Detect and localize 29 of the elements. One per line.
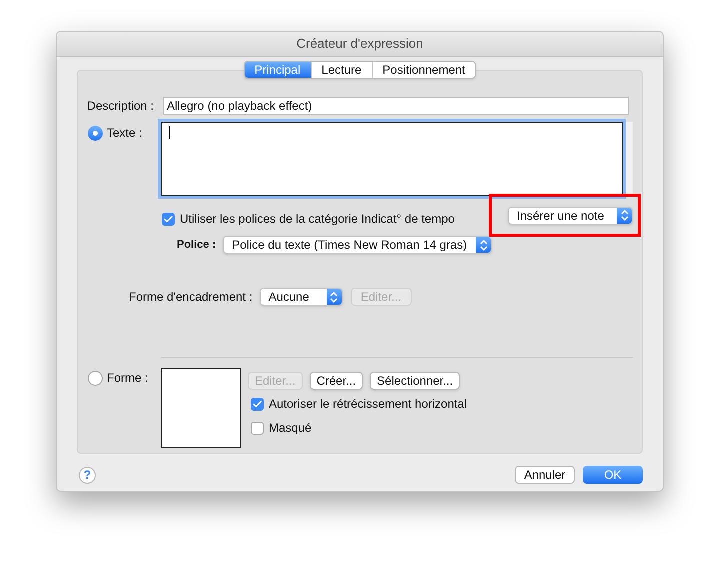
popup-menu[interactable]: Insérer une note [508, 206, 633, 224]
checkbox-label: Autoriser le rétrécissement horizontal [269, 396, 468, 413]
text-area[interactable] [161, 122, 623, 196]
popup-menu[interactable]: Police du texte (Times New Roman 14 gras) [223, 236, 492, 254]
radio-button[interactable] [88, 126, 103, 140]
tab[interactable]: Lecture [310, 62, 372, 78]
push-button[interactable]: Sélectionner... [370, 372, 460, 390]
push-button[interactable]: Créer... [310, 372, 364, 390]
input-field[interactable]: Allegro (no playback effect) [163, 97, 629, 115]
checkbox-label: Masqué [269, 420, 312, 437]
stepper-arrows-icon [330, 292, 338, 302]
radio-label: Forme : [107, 370, 148, 387]
checkbox-label: Utiliser les polices de la catégorie Indicat° de tempo [180, 211, 455, 228]
checkbox[interactable] [162, 212, 175, 226]
text-cursor [169, 126, 170, 139]
field-label: Forme d'encadrement : [129, 289, 253, 306]
radio-button[interactable] [88, 370, 103, 386]
window-title: Créateur d'expression [296, 35, 424, 54]
checkbox[interactable] [251, 422, 264, 434]
field-label: Police : [177, 238, 216, 253]
radio-label: Texte : [107, 125, 142, 142]
dialog-button[interactable]: Annuler [515, 466, 575, 484]
field-label: Description : [86, 98, 154, 115]
popup-menu[interactable]: Aucune [260, 288, 343, 306]
stepper-arrows-icon [620, 210, 628, 221]
tab[interactable]: Positionnement [372, 62, 476, 78]
checkbox[interactable] [251, 398, 264, 410]
help-button[interactable]: ? [79, 466, 96, 484]
stepper-arrows-icon [480, 240, 488, 250]
